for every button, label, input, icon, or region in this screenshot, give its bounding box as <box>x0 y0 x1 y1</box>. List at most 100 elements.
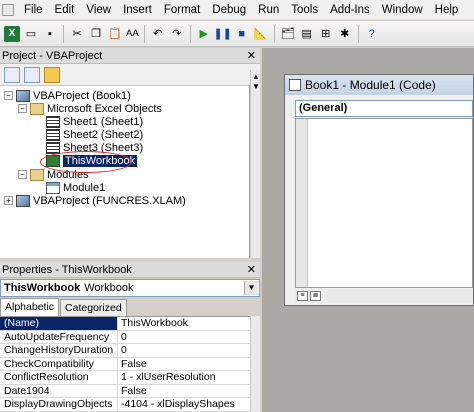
procedure-view-icon[interactable]: ≡ <box>297 291 308 301</box>
properties-title: Properties - ThisWorkbook <box>2 263 132 276</box>
undo-icon[interactable]: ↶ <box>150 26 166 42</box>
tab-categorized[interactable]: Categorized <box>60 299 127 316</box>
menu-view[interactable]: View <box>80 4 117 16</box>
break-icon[interactable]: ❚❚ <box>213 26 231 42</box>
menu-insert[interactable]: Insert <box>117 4 158 16</box>
view-object-icon[interactable] <box>24 66 40 83</box>
property-value[interactable]: 1 - xlUserResolution <box>118 371 216 384</box>
object-selector-dropdown[interactable]: ThisWorkbook Workbook ▼ <box>0 279 260 297</box>
property-name: AutoUpdateFrequency <box>0 330 118 343</box>
menu-window[interactable]: Window <box>376 4 429 16</box>
project-scrollbar[interactable]: ▲ ▼ <box>250 70 260 258</box>
tree-node-label: VBAProject (Book1) <box>33 89 131 102</box>
property-row[interactable]: CheckCompatibility False <box>0 357 250 371</box>
property-row[interactable]: DisplayDrawingObjects -4104 - xlDisplayS… <box>0 398 250 412</box>
app-system-icon[interactable] <box>2 3 14 16</box>
close-icon[interactable]: ✕ <box>247 49 256 62</box>
worksheet-icon <box>46 128 60 141</box>
property-row[interactable]: Date1904 False <box>0 384 250 398</box>
chevron-down-icon[interactable]: ▼ <box>244 281 258 295</box>
standard-toolbar: X ▭ ▪ ✂ ❐ 📋 AA ↶ ↷ ▶ ❚❚ ■ 📐 🗂 ▤ ⊞ ✱ ? <box>0 21 474 47</box>
menu-tools[interactable]: Tools <box>285 4 324 16</box>
property-row[interactable]: (Name) ThisWorkbook <box>0 317 250 331</box>
scroll-up-icon[interactable]: ▲ <box>252 72 260 81</box>
collapse-icon[interactable]: − <box>4 91 13 100</box>
properties-scrollbar[interactable] <box>250 316 260 412</box>
property-value[interactable]: ThisWorkbook <box>118 317 188 330</box>
tree-node-label: Sheet1 (Sheet1) <box>63 115 144 128</box>
property-row[interactable]: ConflictResolution 1 - xlUserResolution <box>0 371 250 385</box>
excel-icon[interactable]: X <box>4 25 20 42</box>
property-value[interactable]: False <box>118 385 147 398</box>
properties-tabs: Alphabetic Categorized <box>0 298 260 316</box>
menu-format[interactable]: Format <box>158 4 206 16</box>
property-name: DisplayDrawingObjects <box>0 398 118 411</box>
folder-icon <box>30 102 44 115</box>
code-window-title: Book1 - Module1 (Code) <box>305 78 436 92</box>
menu-file[interactable]: File <box>18 4 49 16</box>
tree-node-sheet2[interactable]: Sheet2 (Sheet2) <box>46 128 143 141</box>
module-icon <box>46 181 60 194</box>
insert-userform-icon[interactable]: ▭ <box>23 26 39 42</box>
property-row[interactable]: ChangeHistoryDuration 0 <box>0 344 250 358</box>
tree-node-label: Sheet2 (Sheet2) <box>63 128 144 141</box>
object-name: ThisWorkbook <box>4 282 81 294</box>
object-combo[interactable]: (General) <box>295 100 473 117</box>
collapse-icon[interactable]: − <box>18 170 27 179</box>
folder-icon <box>30 168 44 181</box>
object-type: Workbook <box>84 282 134 294</box>
property-name: ConflictResolution <box>0 371 118 384</box>
toolbar-separator <box>143 24 145 43</box>
project-icon <box>16 89 30 102</box>
tree-node-excel-objects[interactable]: − Microsoft Excel Objects <box>18 102 162 115</box>
code-editor[interactable] <box>295 118 473 288</box>
collapse-icon[interactable]: − <box>18 104 27 113</box>
menu-run[interactable]: Run <box>252 4 285 16</box>
close-icon[interactable]: ✕ <box>247 263 256 276</box>
run-icon[interactable]: ▶ <box>196 26 212 42</box>
toolbar-separator <box>357 24 359 43</box>
full-module-view-icon[interactable]: ≣ <box>310 291 321 301</box>
tree-node-vbaproject-funcres[interactable]: + VBAProject (FUNCRES.XLAM) <box>4 194 186 207</box>
find-icon[interactable]: AA <box>126 26 139 42</box>
toolbox-icon[interactable]: ✱ <box>337 26 353 42</box>
design-mode-icon[interactable]: 📐 <box>253 26 269 42</box>
property-value[interactable]: False <box>118 358 147 371</box>
property-value[interactable]: -4104 - xlDisplayShapes <box>118 398 235 411</box>
tab-alphabetic[interactable]: Alphabetic <box>0 298 60 316</box>
scroll-down-icon[interactable]: ▼ <box>252 82 260 91</box>
menu-help[interactable]: Help <box>429 4 465 16</box>
property-value[interactable]: 0 <box>118 344 127 357</box>
object-browser-icon[interactable]: ⊞ <box>318 26 334 42</box>
menu-add-ins[interactable]: Add-Ins <box>324 4 376 16</box>
project-explorer-title-bar: Project - VBAProject ✕ <box>0 48 260 64</box>
code-margin <box>296 119 308 287</box>
property-row[interactable]: AutoUpdateFrequency 0 <box>0 330 250 344</box>
properties-icon[interactable]: ▤ <box>299 26 315 42</box>
tree-node-vbaproject-book1[interactable]: − VBAProject (Book1) <box>4 89 131 102</box>
tree-node-sheet1[interactable]: Sheet1 (Sheet1) <box>46 115 143 128</box>
toggle-folders-icon[interactable] <box>44 66 60 83</box>
property-name: (Name) <box>0 317 118 330</box>
project-explorer-icon[interactable]: 🗂 <box>280 26 296 42</box>
highlight-annotation-circle <box>40 151 132 173</box>
reset-icon[interactable]: ■ <box>234 26 250 42</box>
redo-icon[interactable]: ↷ <box>169 26 185 42</box>
code-window-icon <box>289 79 301 91</box>
menu-debug[interactable]: Debug <box>206 4 252 16</box>
help-icon[interactable]: ? <box>364 26 380 42</box>
toolbar-separator <box>63 24 64 43</box>
tree-node-label: Module1 <box>63 181 106 194</box>
code-window-title-bar[interactable]: Book1 - Module1 (Code) <box>285 75 473 95</box>
copy-icon[interactable]: ❐ <box>88 26 104 42</box>
paste-icon[interactable]: 📋 <box>107 26 123 42</box>
save-icon[interactable]: ▪ <box>42 26 58 42</box>
tree-node-module1[interactable]: Module1 <box>46 181 105 194</box>
expand-icon[interactable]: + <box>4 196 13 205</box>
cut-icon[interactable]: ✂ <box>69 26 85 42</box>
view-code-icon[interactable] <box>4 66 20 83</box>
menu-bar: File Edit View Insert Format Debug Run T… <box>0 0 474 20</box>
menu-edit[interactable]: Edit <box>49 4 81 16</box>
code-window-bottom-bar: ≡ ≣ <box>295 289 473 303</box>
property-value[interactable]: 0 <box>118 331 127 344</box>
